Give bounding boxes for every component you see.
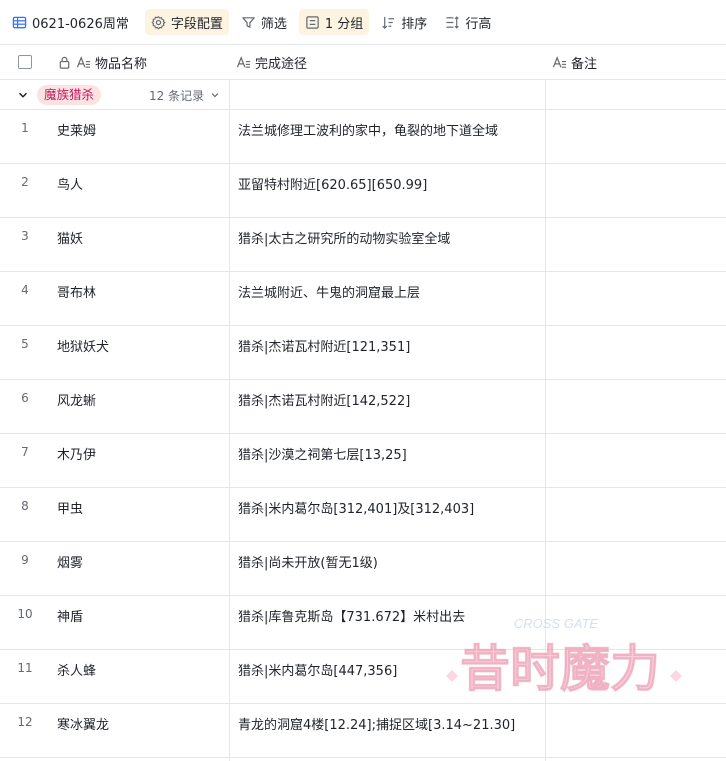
- cell-route[interactable]: 猎杀|尚未开放(暂无1级): [238, 552, 378, 571]
- cell-name[interactable]: 地狱妖犬: [57, 336, 109, 355]
- chevron-down-icon: [211, 93, 219, 98]
- table-row[interactable]: 6 风龙蜥 猎杀|杰诺瓦村附近[142,522]: [0, 380, 726, 434]
- table-row[interactable]: 3 猫妖 猎杀|太古之研究所的动物实验室全域: [0, 218, 726, 272]
- group-label: 1 分组: [324, 16, 364, 32]
- cell-name[interactable]: 神盾: [57, 606, 83, 625]
- cell-route[interactable]: 猎杀|杰诺瓦村附近[142,522]: [238, 390, 410, 409]
- cell-name[interactable]: 甲虫: [57, 498, 83, 517]
- lock-icon: [59, 56, 70, 69]
- record-list: 1 史莱姆 法兰城修理工波利的家中，龟裂的地下道全域 2 鸟人 亚留特村附近[6…: [0, 110, 726, 758]
- cell-name[interactable]: 哥布林: [57, 282, 96, 301]
- row-number: 4: [21, 283, 29, 297]
- cell-route[interactable]: 法兰城修理工波利的家中，龟裂的地下道全域: [238, 120, 498, 139]
- cell-name[interactable]: 木乃伊: [57, 444, 96, 463]
- cell-name[interactable]: 史莱姆: [57, 120, 96, 139]
- row-number: 7: [21, 445, 29, 459]
- group-icon: [306, 15, 319, 29]
- column-header-note[interactable]: 备注: [552, 45, 597, 80]
- table-row[interactable]: 8 甲虫 猎杀|米内葛尔岛[312,401]及[312,403]: [0, 488, 726, 542]
- text-field-icon: [76, 56, 91, 68]
- row-number: 3: [21, 229, 29, 243]
- cell-route[interactable]: 猎杀|沙漠之祠第七层[13,25]: [238, 444, 407, 463]
- chevron-down-icon[interactable]: [17, 89, 29, 101]
- row-number: 1: [21, 121, 29, 135]
- row-height-icon: [446, 15, 460, 29]
- cell-route[interactable]: 亚留特村附近[620.65][650.99]: [238, 174, 427, 193]
- group-record-count-label: 12 条记录: [149, 88, 205, 103]
- group-header[interactable]: 魔族猎杀 12 条记录: [0, 80, 230, 110]
- cell-name[interactable]: 鸟人: [57, 174, 83, 193]
- row-height-label: 行高: [465, 16, 492, 32]
- view-title-label: 0621-0626周常: [32, 16, 129, 32]
- table-row[interactable]: 1 史莱姆 法兰城修理工波利的家中，龟裂的地下道全域: [0, 110, 726, 164]
- cell-route[interactable]: 猎杀|杰诺瓦村附近[121,351]: [238, 336, 410, 355]
- cell-name[interactable]: 风龙蜥: [57, 390, 96, 409]
- column-header-name-label: 物品名称: [95, 57, 148, 72]
- row-number: 9: [21, 553, 29, 567]
- sort-label: 排序: [401, 16, 428, 32]
- view-toolbar: 0621-0626周常 字段配置 筛选 1 分组 排序 行高: [0, 0, 726, 45]
- text-field-icon: [552, 56, 567, 68]
- filter-button[interactable]: 筛选: [235, 9, 293, 35]
- table-row[interactable]: 2 鸟人 亚留特村附近[620.65][650.99]: [0, 164, 726, 218]
- field-config-button[interactable]: 字段配置: [144, 9, 229, 35]
- table-row[interactable]: 9 烟雾 猎杀|尚未开放(暂无1级): [0, 542, 726, 596]
- data-grid: 物品名称 完成途径 备注 魔族猎杀 12 条记录 1 史莱姆 法兰城修理工波利的…: [0, 45, 726, 761]
- table-row[interactable]: 11 杀人蜂 猎杀|米内葛尔岛[447,356]: [0, 650, 726, 704]
- column-header-name[interactable]: 物品名称: [57, 45, 147, 80]
- group-tag: 魔族猎杀: [37, 85, 102, 105]
- table-row[interactable]: 10 神盾 猎杀|库鲁克斯岛【731.672】米村出去: [0, 596, 726, 650]
- column-header-note-label: 备注: [571, 57, 598, 72]
- cell-name[interactable]: 寒冰翼龙: [57, 714, 109, 733]
- field-config-label: 字段配置: [170, 16, 223, 32]
- cell-route[interactable]: 猎杀|库鲁克斯岛【731.672】米村出去: [238, 606, 465, 625]
- row-number: 10: [17, 607, 33, 621]
- row-number: 8: [21, 499, 29, 513]
- table-row[interactable]: 7 木乃伊 猎杀|沙漠之祠第七层[13,25]: [0, 434, 726, 488]
- sort-icon: [382, 16, 395, 29]
- cell-name[interactable]: 烟雾: [57, 552, 83, 571]
- cell-route[interactable]: 猎杀|太古之研究所的动物实验室全域: [238, 228, 450, 247]
- cell-name[interactable]: 杀人蜂: [57, 660, 96, 679]
- table-row[interactable]: 5 地狱妖犬 猎杀|杰诺瓦村附近[121,351]: [0, 326, 726, 380]
- table-row[interactable]: 12 寒冰翼龙 青龙的洞窟4楼[12.24];捕捉区域[3.14~21.30]: [0, 704, 726, 758]
- row-number: 6: [21, 391, 29, 405]
- filter-label: 筛选: [260, 16, 287, 32]
- text-field-icon: [236, 56, 251, 68]
- sort-button[interactable]: 排序: [375, 9, 433, 35]
- cell-route[interactable]: 猎杀|米内葛尔岛[312,401]及[312,403]: [238, 498, 474, 517]
- column-header-route[interactable]: 完成途径: [236, 45, 307, 80]
- cell-name[interactable]: 猫妖: [57, 228, 83, 247]
- view-title[interactable]: 0621-0626周常: [8, 9, 135, 35]
- cell-route[interactable]: 青龙的洞窟4楼[12.24];捕捉区域[3.14~21.30]: [238, 714, 515, 733]
- column-header-row: 物品名称 完成途径 备注: [0, 45, 726, 80]
- grid-view-icon: [12, 16, 27, 28]
- row-number: 2: [21, 175, 29, 189]
- group-header-row: 魔族猎杀 12 条记录: [0, 80, 726, 110]
- table-row[interactable]: 4 哥布林 法兰城附近、牛鬼的洞窟最上层: [0, 272, 726, 326]
- group-record-count[interactable]: 12 条记录: [149, 80, 220, 110]
- row-number: 12: [17, 715, 33, 729]
- group-button[interactable]: 1 分组: [298, 9, 370, 35]
- column-header-route-label: 完成途径: [255, 57, 308, 72]
- row-number: 11: [17, 661, 33, 675]
- select-all-checkbox[interactable]: [18, 55, 32, 69]
- gear-icon: [151, 15, 166, 29]
- cell-route[interactable]: 法兰城附近、牛鬼的洞窟最上层: [238, 282, 420, 301]
- row-number: 5: [21, 337, 29, 351]
- filter-icon: [242, 16, 255, 28]
- cell-route[interactable]: 猎杀|米内葛尔岛[447,356]: [238, 660, 397, 679]
- row-height-button[interactable]: 行高: [439, 9, 497, 35]
